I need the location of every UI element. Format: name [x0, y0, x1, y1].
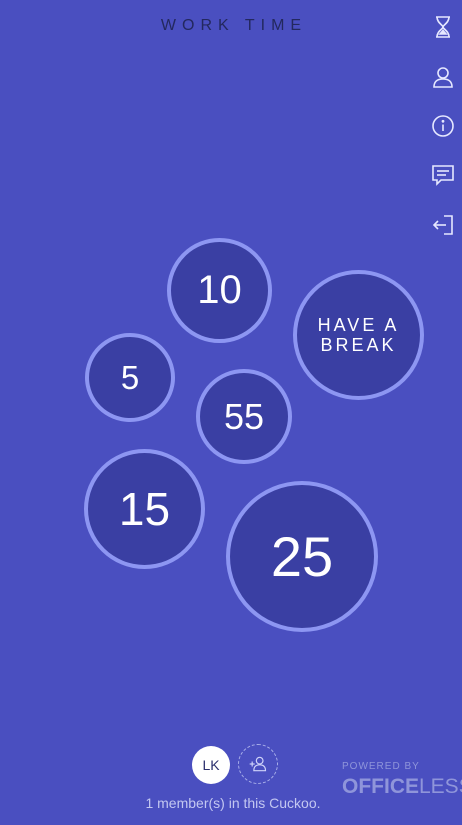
hourglass-icon[interactable] — [429, 13, 457, 41]
timer-25-button[interactable]: 25 — [226, 481, 378, 632]
timer-55-button[interactable]: 55 — [196, 369, 292, 464]
powered-by-text: POWERED BY — [342, 761, 420, 772]
brand-logo-bold: OFFICE — [342, 775, 419, 798]
info-icon[interactable] — [429, 112, 457, 140]
have-a-break-button[interactable]: HAVE A BREAK — [293, 270, 424, 400]
member-avatars: LK — [192, 744, 282, 786]
have-a-break-label: HAVE A BREAK — [317, 315, 400, 355]
brand-logo: OFFICELESS — [342, 775, 462, 799]
timer-55-label: 55 — [223, 395, 265, 437]
avatar[interactable]: LK — [192, 746, 230, 784]
sign-out-icon[interactable] — [429, 211, 457, 239]
timer-5-label: 5 — [120, 358, 140, 396]
timer-5-button[interactable]: 5 — [85, 333, 175, 422]
timer-10-button[interactable]: 10 — [167, 238, 272, 343]
user-icon[interactable] — [429, 63, 457, 91]
timer-15-button[interactable]: 15 — [84, 449, 205, 569]
add-user-icon — [249, 756, 267, 772]
timer-10-label: 10 — [197, 268, 242, 312]
page-title: WORK TIME — [160, 17, 308, 34]
timer-25-label: 25 — [270, 525, 334, 588]
timer-15-label: 15 — [118, 483, 171, 535]
chat-icon[interactable] — [429, 161, 457, 189]
add-member-button[interactable] — [238, 744, 278, 784]
brand-logo-light: LESS — [419, 775, 462, 798]
avatar-initials: LK — [202, 757, 220, 773]
